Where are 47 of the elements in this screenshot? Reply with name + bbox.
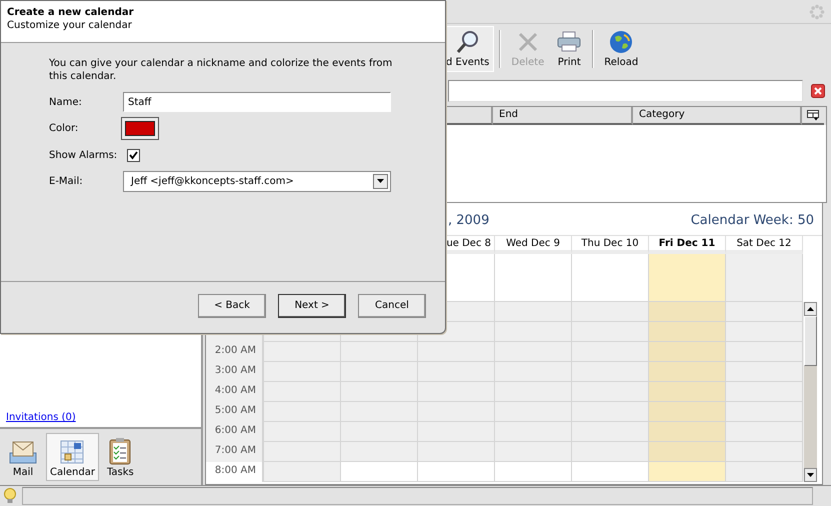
column-header[interactable]: Category	[633, 107, 802, 125]
clipboard-icon	[108, 437, 132, 465]
calendar-week: Calendar Week: 50	[690, 213, 814, 230]
day-header: Thu Dec 10	[572, 236, 649, 254]
dialog-button[interactable]: Next >	[278, 294, 346, 318]
time-label: 2:00 AM	[206, 342, 264, 362]
nav-button[interactable]: Calendar	[46, 433, 99, 481]
dialog-button[interactable]: Cancel	[358, 294, 426, 318]
email-dropdown[interactable]: Jeff <jeff@kkoncepts-staff.com>	[123, 170, 391, 192]
day-header: Wed Dec 9	[495, 236, 572, 254]
column-picker-icon	[807, 110, 819, 120]
invitations-link[interactable]: Invitations (0)	[6, 412, 76, 423]
field-label: Show Alarms:	[49, 150, 118, 160]
time-label: 5:00 AM	[206, 402, 264, 422]
down-arrow-icon	[807, 473, 814, 477]
toolbar-button[interactable]: Reload	[599, 26, 644, 72]
spinner-icon	[809, 4, 825, 20]
dialog-subtitle: Customize your calendar	[7, 20, 133, 31]
field-label: Name:	[49, 96, 83, 108]
calendar-title: , 2009	[448, 213, 490, 230]
checkbox[interactable]	[127, 148, 140, 162]
nav-button[interactable]: Tasks	[102, 433, 138, 481]
dialog-title: Create a new calendar	[7, 7, 135, 18]
time-label: 4:00 AM	[206, 382, 264, 402]
field-label: E-Mail:	[49, 176, 84, 186]
envelope-icon	[8, 439, 38, 465]
day-header: Fri Dec 11	[649, 236, 726, 254]
up-arrow-icon	[807, 307, 814, 311]
time-label: 3:00 AM	[206, 362, 264, 382]
time-label: 6:00 AM	[206, 422, 264, 442]
search-icon	[454, 29, 481, 55]
time-label: 7:00 AM	[206, 442, 264, 462]
clear-icon	[811, 84, 825, 98]
intro-text: You can give your calendar a nickname and colorize the events from this calendar.	[49, 57, 393, 83]
caret-icon	[377, 179, 384, 183]
scrollbar[interactable]	[803, 302, 817, 482]
name-field[interactable]: Staff	[123, 92, 391, 112]
search-field[interactable]	[448, 80, 803, 102]
globe-icon	[608, 29, 634, 55]
nav-button[interactable]: Mail	[4, 433, 42, 481]
column-header[interactable]: End	[493, 107, 633, 125]
toolbar-button[interactable]: Print	[551, 26, 588, 72]
calendar-icon	[59, 439, 86, 465]
dialog-button[interactable]: < Back	[198, 294, 266, 318]
field-label: Color:	[49, 123, 80, 134]
color-button[interactable]	[121, 117, 159, 140]
day-header: Sat Dec 12	[726, 236, 803, 254]
